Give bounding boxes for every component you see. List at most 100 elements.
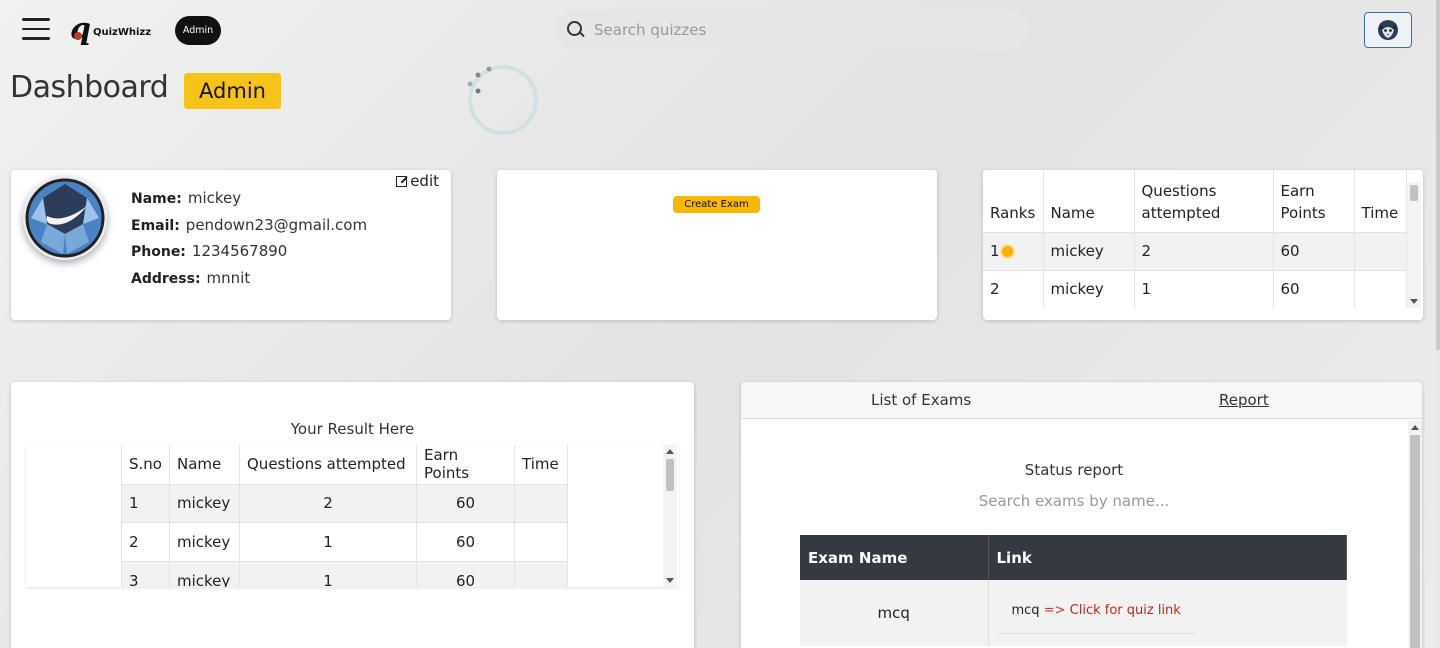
name-cell: mickey	[169, 522, 240, 561]
profile-phone-row: Phone: 1234567890	[131, 239, 367, 266]
arrow-glyph: =>	[1043, 602, 1066, 618]
tab-list-of-exams[interactable]: List of Exams	[871, 391, 971, 409]
name-cell: mickey	[169, 483, 240, 523]
field-label: Address:	[131, 270, 201, 287]
questions-cell: 2	[239, 483, 417, 523]
profile-avatar	[23, 176, 107, 260]
rank-cell: 2	[983, 269, 1044, 308]
search-icon	[566, 20, 586, 40]
hamburger-menu-icon[interactable]	[22, 18, 50, 42]
sno-cell: 2	[121, 522, 170, 561]
name-cell: mickey	[1043, 269, 1135, 308]
create-exam-card: Create Exam	[497, 170, 937, 320]
user-avatar-button[interactable]	[1364, 12, 1412, 48]
profile-name-row: Name: mickey	[131, 186, 367, 213]
exam-prefix: mcq	[1011, 602, 1040, 618]
exam-link-cell: mcq => Click for quiz link	[988, 580, 1347, 646]
time-cell	[514, 560, 568, 587]
column-header: Name	[169, 445, 240, 484]
name-cell: mickey	[1043, 231, 1135, 270]
page-scrollbar[interactable]	[1436, 0, 1440, 648]
questions-cell: 1	[239, 560, 417, 587]
scroll-thumb[interactable]	[1410, 435, 1420, 648]
column-header: Earn Points	[416, 445, 515, 484]
edit-label: edit	[410, 172, 439, 190]
sno-cell: 1	[121, 483, 170, 523]
column-header: Time	[514, 445, 568, 484]
field-value: mickey	[187, 189, 242, 207]
column-header: Exam Name	[800, 535, 989, 580]
exam-name-cell: mcq	[800, 580, 989, 646]
quiz-link-row: mcq => Click for quiz link	[997, 593, 1196, 634]
field-label: Email:	[131, 217, 180, 234]
profile-email-row: Email: pendown23@gmail.com	[131, 213, 367, 240]
field-label: Name:	[131, 191, 182, 207]
search-bar[interactable]	[556, 11, 1029, 49]
column-header: S.no	[121, 445, 170, 484]
exams-tabs: List of Exams Report	[741, 382, 1422, 419]
scroll-down-icon[interactable]	[666, 578, 674, 583]
ranks-card: Ranks Name Questions attempted Earn Poin…	[983, 170, 1423, 320]
profile-address-row: Address: mnnit	[131, 266, 367, 293]
field-value: 1234567890	[191, 242, 288, 260]
results-title: Your Result Here	[290, 420, 415, 438]
scroll-thumb[interactable]	[1410, 185, 1418, 201]
scroll-up-icon[interactable]	[1411, 425, 1419, 430]
table-row: 2 mickey 1 60	[983, 269, 1407, 308]
table-row: mcq mcq => Click for quiz link	[800, 580, 1347, 646]
time-cell	[514, 483, 568, 523]
results-scrollbar[interactable]	[663, 445, 677, 587]
top-bar: q QuizWhizz Admin	[0, 0, 1440, 62]
ranks-table: Ranks Name Questions attempted Earn Poin…	[983, 170, 1407, 308]
points-cell: 60	[416, 483, 515, 523]
status-report-title: Status report	[1024, 461, 1124, 479]
column-header: Name	[1043, 170, 1135, 232]
exam-search-input[interactable]	[941, 492, 1207, 510]
points-cell: 60	[416, 560, 515, 587]
column-header: Questions attempted	[239, 445, 417, 484]
admin-badge: Admin	[184, 73, 281, 109]
admin-role-pill: Admin	[175, 16, 221, 45]
create-exam-button[interactable]: Create Exam	[673, 196, 760, 213]
sun-icon	[1001, 246, 1013, 257]
profile-card: edit Name: mickey Email: pendown23@gmail.c…	[11, 170, 451, 320]
name-cell: mickey	[169, 560, 240, 587]
table-row: 1 mickey 2 60	[121, 483, 568, 523]
time-cell	[1354, 269, 1407, 308]
ranks-scrollbar[interactable]	[1407, 182, 1421, 308]
profile-info: Name: mickey Email: pendown23@gmail.com Ph…	[131, 186, 367, 292]
app-logo[interactable]: q QuizWhizz	[70, 15, 151, 45]
column-header: Time	[1354, 170, 1407, 232]
edit-icon	[396, 175, 408, 187]
time-cell	[1354, 231, 1407, 270]
rank-cell: 1	[983, 231, 1044, 270]
points-cell: 60	[1273, 269, 1355, 308]
scroll-thumb[interactable]	[666, 459, 674, 491]
exams-scrollbar[interactable]	[1408, 420, 1422, 648]
scroll-down-icon[interactable]	[1410, 299, 1418, 304]
edit-profile-link[interactable]: edit	[396, 172, 439, 190]
questions-cell: 1	[239, 522, 417, 561]
scroll-up-icon[interactable]	[666, 449, 674, 454]
column-header: Questions attempted	[1134, 170, 1274, 232]
time-cell	[514, 522, 568, 561]
field-value: mnnit	[206, 268, 251, 287]
column-header: Link	[988, 535, 1347, 580]
search-input[interactable]	[594, 21, 994, 39]
quiz-link[interactable]: Click for quiz link	[1070, 603, 1181, 618]
table-row: 2 mickey 1 60	[121, 522, 568, 561]
logo-text: QuizWhizz	[92, 26, 152, 38]
questions-cell: 1	[1134, 269, 1274, 308]
field-value: pendown23@gmail.com	[185, 215, 368, 234]
points-cell: 60	[1273, 231, 1355, 270]
tab-report[interactable]: Report	[1219, 391, 1269, 409]
scroll-thumb[interactable]	[1436, 0, 1440, 350]
loading-spinner-icon	[467, 65, 538, 135]
wolf-avatar-icon	[1378, 20, 1398, 40]
results-table: S.no Name Questions attempted Earn Point…	[121, 445, 568, 587]
results-table-wrap: S.no Name Questions attempted Earn Point…	[26, 445, 679, 587]
column-header: Earn Points	[1273, 170, 1355, 232]
page-title: Dashboard	[10, 70, 169, 105]
questions-cell: 2	[1134, 231, 1274, 270]
exams-card: List of Exams Report Status report Exam …	[741, 382, 1422, 648]
